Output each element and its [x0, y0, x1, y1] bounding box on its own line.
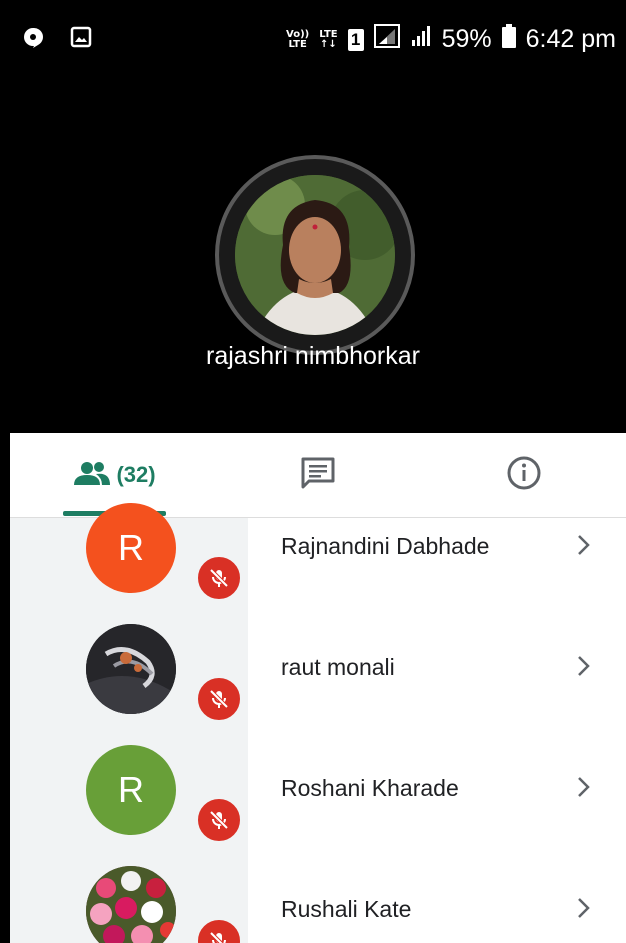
mic-muted-icon	[196, 797, 242, 843]
signal-sim2-icon	[410, 25, 432, 54]
status-bar: Vo)) LTE LTE ↑↓ 1 59% 6:42 pm	[0, 0, 626, 80]
chat-notification-icon	[22, 26, 44, 53]
image-notification-icon	[70, 26, 92, 53]
lte-indicator: LTE ↑↓	[319, 28, 338, 50]
battery-icon	[501, 24, 516, 55]
speaker-photo	[235, 175, 395, 335]
avatar: R	[86, 503, 176, 593]
left-edge	[0, 433, 10, 943]
participant-count: (32)	[116, 462, 156, 487]
participant-name: Roshani Kharade	[281, 775, 459, 801]
clock: 6:42 pm	[525, 25, 616, 53]
participant-row[interactable]: Rushali Kate	[10, 856, 626, 943]
avatar	[86, 866, 176, 943]
status-indicators: Vo)) LTE LTE ↑↓ 1 59% 6:42 pm	[286, 24, 616, 55]
info-icon	[506, 455, 542, 496]
speaker-name: rajashri nimbhorkar	[206, 342, 420, 370]
chat-icon	[300, 456, 336, 495]
mic-muted-icon	[196, 918, 242, 943]
chevron-right-icon[interactable]	[576, 654, 592, 683]
signal-sim1-icon	[373, 24, 400, 55]
avatar: R	[86, 745, 176, 835]
volte-indicator: Vo)) LTE	[286, 28, 310, 50]
sim-slot-badge: 1	[347, 28, 364, 51]
participant-row[interactable]: R Roshani Kharade	[10, 735, 626, 856]
participant-name: raut monali	[281, 654, 395, 680]
avatar	[86, 624, 176, 714]
participant-row[interactable]: raut monali	[10, 614, 626, 735]
participant-name: Rushali Kate	[281, 896, 412, 922]
mic-muted-icon	[196, 555, 242, 601]
battery-percent: 59%	[441, 25, 492, 53]
people-icon	[74, 461, 111, 490]
call-details-panel: (32) R Rajnandini Dabhade raut monali R …	[10, 433, 626, 943]
mic-muted-icon	[196, 676, 242, 722]
status-notifications	[22, 26, 92, 53]
chevron-right-icon[interactable]	[576, 533, 592, 562]
participant-list[interactable]: R Rajnandini Dabhade raut monali R Rosha…	[10, 503, 626, 943]
chevron-right-icon[interactable]	[576, 896, 592, 925]
speaker-stage: rajashri nimbhorkar	[0, 80, 626, 433]
chevron-right-icon[interactable]	[576, 775, 592, 804]
speaker-avatar	[215, 155, 415, 355]
participant-name: Rajnandini Dabhade	[281, 533, 490, 559]
participant-row[interactable]: R Rajnandini Dabhade	[10, 493, 626, 614]
